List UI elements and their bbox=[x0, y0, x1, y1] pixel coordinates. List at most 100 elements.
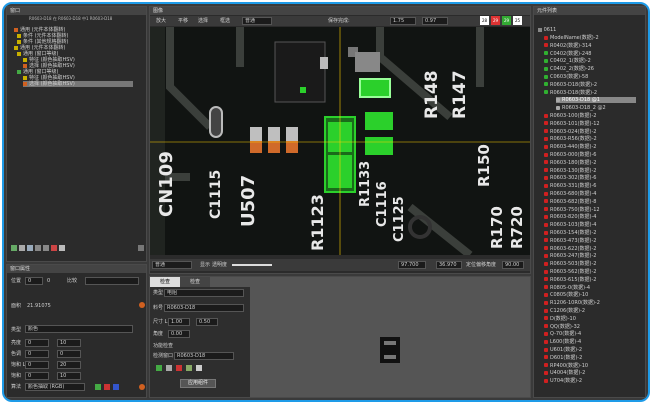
delete-icon[interactable] bbox=[196, 365, 202, 371]
list-item[interactable]: C0402(数据)-248 bbox=[544, 51, 591, 57]
list-item[interactable]: R0603-101(数据)-12 bbox=[544, 121, 600, 127]
down-icon[interactable] bbox=[43, 245, 49, 251]
expand-icon[interactable] bbox=[538, 27, 542, 32]
range3-min[interactable]: 0 bbox=[25, 361, 49, 369]
list-item[interactable]: R0603-247(数据)-2 bbox=[544, 253, 596, 259]
range4-max[interactable]: 10 bbox=[57, 372, 81, 380]
list-item[interactable]: R0603-562(数据)-2 bbox=[544, 269, 596, 275]
color-swatch-icon[interactable] bbox=[113, 384, 119, 390]
mode-select[interactable]: 普通 bbox=[242, 17, 272, 25]
position-field[interactable]: 0 bbox=[25, 277, 43, 285]
warning-icon[interactable] bbox=[139, 302, 145, 308]
grid-icon[interactable] bbox=[166, 365, 172, 371]
range2-max[interactable]: 0 bbox=[57, 350, 81, 358]
type-select[interactable]: 电阻 bbox=[164, 289, 244, 297]
list-item[interactable]: ModelName(数据)-2 bbox=[544, 35, 599, 41]
copy-icon[interactable] bbox=[19, 245, 25, 251]
list-item[interactable]: D(数据)-10 bbox=[544, 316, 576, 322]
list-item[interactable]: R0603-D18(数据)-2 bbox=[544, 82, 597, 88]
compare-select[interactable] bbox=[85, 277, 139, 285]
up-icon[interactable] bbox=[35, 245, 41, 251]
list-item[interactable]: C1206(数据)-2 bbox=[544, 308, 585, 314]
list-item[interactable]: R0603-331(数据)-6 bbox=[544, 183, 596, 189]
list-item[interactable]: R0603-440(数据)-2 bbox=[544, 144, 596, 150]
list-item[interactable]: R0603-622(数据)-2 bbox=[544, 246, 596, 252]
tab-inspect[interactable]: 检查 bbox=[150, 277, 180, 287]
range4-min[interactable]: 0 bbox=[25, 372, 49, 380]
angle-field[interactable]: 90.00 bbox=[502, 261, 524, 269]
method-select[interactable]: 颜色抽取 (RGB) bbox=[25, 383, 85, 391]
list-item[interactable]: R0603-R56(数据)-2 bbox=[544, 136, 597, 142]
add-icon[interactable] bbox=[11, 245, 17, 251]
list-item[interactable]: R0603-473(数据)-2 bbox=[544, 238, 596, 244]
list-item[interactable]: R0603-750(数据)-12 bbox=[544, 207, 600, 213]
size-w-field[interactable]: 0.50 bbox=[196, 318, 218, 326]
list-item[interactable]: R0603-130(数据)-2 bbox=[544, 168, 596, 174]
delete-icon[interactable] bbox=[59, 245, 65, 251]
list-item[interactable]: R0603-680(数据)-4 bbox=[544, 191, 596, 197]
list-item[interactable]: R0603-180(数据)-2 bbox=[544, 160, 596, 166]
tool-zoom[interactable]: 放大 bbox=[156, 18, 166, 24]
list-item[interactable]: R0603-103(数据)-4 bbox=[544, 222, 596, 228]
list-item[interactable]: D601(数据)-2 bbox=[544, 355, 582, 361]
list-item[interactable]: R0805-0(数据)-4 bbox=[544, 285, 590, 291]
settings-icon[interactable] bbox=[138, 245, 144, 251]
list-item[interactable]: R0603-D18_2 @2 bbox=[556, 105, 606, 111]
list-item[interactable]: R0402(数据)-314 bbox=[544, 43, 591, 49]
tool-box[interactable]: 框选 bbox=[220, 18, 230, 24]
type-select[interactable]: 颜色 bbox=[25, 325, 133, 333]
list-item[interactable]: R0603-000(数据)-6 bbox=[544, 152, 596, 158]
list-item[interactable]: R0603-615(数据)-2 bbox=[544, 277, 596, 283]
tool-select[interactable]: 选择 bbox=[198, 18, 208, 24]
part-field[interactable]: R0603-D18 bbox=[164, 304, 244, 312]
range1-min[interactable]: 0 bbox=[25, 339, 49, 347]
range2-min[interactable]: 0 bbox=[25, 350, 49, 358]
zoom-field-2[interactable]: 0.97 bbox=[422, 17, 448, 25]
list-item[interactable]: C0402_1(数据)-2 bbox=[544, 58, 591, 64]
list-item[interactable]: U704(数据)-2 bbox=[544, 378, 582, 384]
tool-pan[interactable]: 平移 bbox=[178, 18, 188, 24]
list-item[interactable]: R0603-820(数据)-4 bbox=[544, 214, 596, 220]
list-item[interactable]: R0603-682(数据)-8 bbox=[544, 199, 596, 205]
tree-root[interactable]: 0611 bbox=[538, 27, 556, 33]
x-field[interactable]: 97.700 bbox=[398, 261, 426, 269]
y-field[interactable]: 36.970 bbox=[436, 261, 462, 269]
show-check[interactable]: 显示 bbox=[200, 262, 210, 268]
flag-icon[interactable] bbox=[51, 245, 57, 251]
list-item[interactable]: RP400(数据)-10 bbox=[544, 363, 588, 369]
badge-2[interactable]: 29 bbox=[502, 16, 511, 25]
list-item[interactable]: R0603-100(数据)-2 bbox=[544, 113, 596, 119]
pcb-image[interactable]: CN109 C1115 U507 R1123 R1133 C1116 C1125… bbox=[150, 27, 530, 255]
image-icon[interactable] bbox=[186, 365, 192, 371]
view-mode-select[interactable]: 普通 bbox=[152, 261, 192, 269]
badge-0[interactable]: 28 bbox=[480, 16, 489, 25]
tab-inspect-2[interactable]: 检查 bbox=[180, 277, 210, 287]
list-item[interactable]: C0402_2(数据)-26 bbox=[544, 66, 594, 72]
size-l-field[interactable]: 1.00 bbox=[168, 318, 190, 326]
list-item[interactable]: C0603(数据)-58 bbox=[544, 74, 588, 80]
angle-field[interactable]: 0.00 bbox=[168, 330, 190, 338]
list-item[interactable]: R0603-302(数据)-6 bbox=[544, 175, 596, 181]
badge-1[interactable]: 29 bbox=[491, 16, 500, 25]
list-item[interactable]: R0603-154(数据)-2 bbox=[544, 230, 596, 236]
list-item[interactable]: R0603-024(数据)-2 bbox=[544, 129, 596, 135]
zoom-field-1[interactable]: 1.75 bbox=[390, 17, 416, 25]
badge-3[interactable]: 25 bbox=[513, 16, 522, 25]
paste-icon[interactable] bbox=[27, 245, 33, 251]
list-item[interactable]: R0603-503(数据)-2 bbox=[544, 261, 596, 267]
color-swatch-icon[interactable] bbox=[95, 384, 101, 390]
list-item[interactable]: R1206-10R0(数据)-2 bbox=[544, 300, 600, 306]
tree-node[interactable]: 选择 (颜色抽取HSV) bbox=[23, 81, 133, 87]
range3-max[interactable]: 20 bbox=[57, 361, 81, 369]
list-item[interactable]: L600(数据)-4 bbox=[544, 339, 581, 345]
list-item[interactable]: U601(数据)-2 bbox=[544, 347, 582, 353]
red-icon[interactable] bbox=[176, 365, 182, 371]
list-item[interactable]: R0603-D18(数据)-2 bbox=[544, 90, 597, 96]
gear-icon[interactable] bbox=[139, 384, 145, 390]
green-icon[interactable] bbox=[156, 365, 162, 371]
apply-button[interactable]: 应用组件 bbox=[180, 379, 216, 388]
range1-max[interactable]: 10 bbox=[57, 339, 81, 347]
list-item[interactable]: R0603-D18 @1 bbox=[556, 97, 636, 104]
list-item[interactable]: C0805(数据)-10 bbox=[544, 292, 588, 298]
transparency-slider[interactable] bbox=[232, 264, 272, 266]
